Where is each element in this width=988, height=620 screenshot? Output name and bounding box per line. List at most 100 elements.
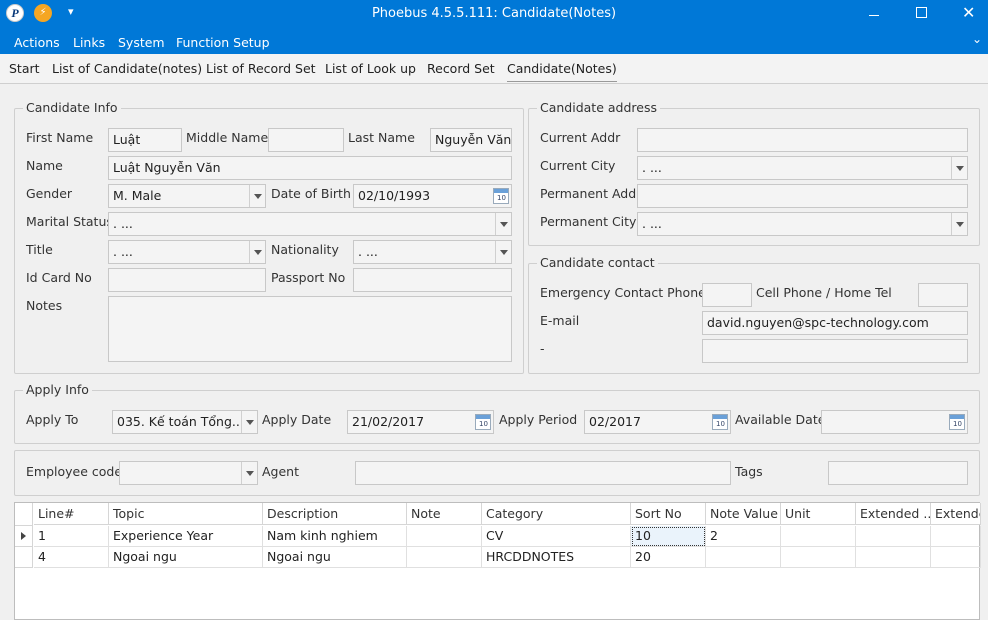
emergency-phone-input[interactable]: [702, 283, 752, 307]
email-label: E-mail: [540, 313, 580, 328]
apply-date-picker[interactable]: 21/02/2017: [347, 410, 494, 434]
calendar-icon[interactable]: [949, 414, 965, 430]
table-cell[interactable]: [931, 547, 981, 568]
column-header-unit[interactable]: Unit: [781, 503, 856, 525]
menu-links[interactable]: Links: [73, 35, 105, 50]
tab-candidate-notes[interactable]: Candidate(Notes): [507, 61, 617, 82]
permanent-addr-input[interactable]: [637, 184, 968, 208]
table-cell[interactable]: 20: [631, 547, 706, 568]
table-cell[interactable]: [856, 526, 931, 547]
dob-date-picker[interactable]: 02/10/1993: [353, 184, 512, 208]
calendar-icon[interactable]: [475, 414, 491, 430]
title-label: Title: [26, 242, 53, 257]
first-name-input[interactable]: Luật: [108, 128, 182, 152]
column-header-extended-2[interactable]: Extende: [931, 503, 981, 525]
notes-textarea[interactable]: [108, 296, 512, 362]
apply-to-select[interactable]: 035. Kế toán Tổng...: [112, 410, 258, 434]
column-header-category[interactable]: Category: [482, 503, 631, 525]
chevron-down-icon[interactable]: [495, 241, 511, 263]
chevron-down-icon[interactable]: [241, 411, 257, 433]
row-selector-current[interactable]: [15, 526, 33, 547]
table-cell-focused[interactable]: 10: [631, 526, 706, 547]
nationality-value: . ...: [358, 244, 378, 259]
apply-to-label: Apply To: [26, 412, 79, 427]
dash-label: -: [540, 341, 545, 356]
table-cell[interactable]: HRCDDNOTES: [482, 547, 631, 568]
table-cell[interactable]: CV: [482, 526, 631, 547]
column-header-sort-no[interactable]: Sort No: [631, 503, 706, 525]
table-cell[interactable]: 2: [706, 526, 781, 547]
apply-period-label: Apply Period: [499, 412, 578, 427]
dash-input[interactable]: [702, 339, 968, 363]
table-cell[interactable]: [407, 547, 482, 568]
nationality-select[interactable]: . ...: [353, 240, 512, 264]
agent-input[interactable]: [355, 461, 731, 485]
middle-name-input[interactable]: [268, 128, 344, 152]
apply-period-picker[interactable]: 02/2017: [584, 410, 731, 434]
current-row-arrow-icon: [21, 532, 26, 540]
column-header-description[interactable]: Description: [263, 503, 407, 525]
chevron-down-icon[interactable]: [249, 241, 265, 263]
chevron-down-icon[interactable]: [241, 462, 257, 484]
table-cell[interactable]: [407, 526, 482, 547]
table-cell[interactable]: Ngoai ngu: [263, 547, 407, 568]
calendar-icon[interactable]: [493, 188, 509, 204]
tab-list-of-look-up[interactable]: List of Look up: [325, 61, 416, 76]
table-cell[interactable]: [931, 526, 981, 547]
column-header-note[interactable]: Note: [407, 503, 482, 525]
marital-status-select[interactable]: . ...: [108, 212, 512, 236]
menu-actions[interactable]: Actions: [14, 35, 60, 50]
tab-record-set[interactable]: Record Set: [427, 61, 495, 76]
table-cell[interactable]: 1: [34, 526, 109, 547]
passport-input[interactable]: [353, 268, 512, 292]
tab-start[interactable]: Start: [9, 61, 40, 76]
close-button[interactable]: ✕: [944, 0, 988, 30]
column-header-line[interactable]: Line#: [34, 503, 109, 525]
chevron-down-icon[interactable]: [249, 185, 265, 207]
tab-list-of-record-set[interactable]: List of Record Set: [206, 61, 316, 76]
agent-label: Agent: [262, 464, 299, 479]
table-cell[interactable]: Nam kinh nghiem: [263, 526, 407, 547]
email-input[interactable]: david.nguyen@spc-technology.com: [702, 311, 968, 335]
employee-code-select[interactable]: [119, 461, 258, 485]
tags-input[interactable]: [828, 461, 968, 485]
table-cell[interactable]: [781, 526, 856, 547]
permanent-city-select[interactable]: . ...: [637, 212, 968, 236]
cell-phone-input[interactable]: [918, 283, 968, 307]
marital-status-label: Marital Status: [26, 214, 113, 229]
chevron-down-icon[interactable]: [495, 213, 511, 235]
tab-list-of-candidate-notes[interactable]: List of Candidate(notes): [52, 61, 202, 76]
calendar-icon[interactable]: [712, 414, 728, 430]
table-cell[interactable]: Experience Year: [109, 526, 263, 547]
current-addr-input[interactable]: [637, 128, 968, 152]
apply-date-label: Apply Date: [262, 412, 332, 427]
gender-label: Gender: [26, 186, 73, 201]
notes-grid: Line# Topic Description Note Category So…: [14, 502, 981, 620]
ribbon-collapse-icon[interactable]: ⌄: [972, 32, 982, 46]
table-cell[interactable]: [706, 547, 781, 568]
menu-system[interactable]: System: [118, 35, 165, 50]
title-select[interactable]: . ...: [108, 240, 266, 264]
last-name-label: Last Name: [348, 130, 415, 145]
table-cell[interactable]: [781, 547, 856, 568]
last-name-input[interactable]: Nguyễn Văn: [430, 128, 512, 152]
column-header-extended-1[interactable]: Extended ...: [856, 503, 931, 525]
chevron-down-icon[interactable]: [951, 213, 967, 235]
id-card-input[interactable]: [108, 268, 266, 292]
name-input[interactable]: Luật Nguyễn Văn: [108, 156, 512, 180]
menu-function-setup[interactable]: Function Setup: [176, 35, 270, 50]
available-date-picker[interactable]: [821, 410, 968, 434]
column-header-note-value[interactable]: Note Value: [706, 503, 781, 525]
table-cell[interactable]: [856, 547, 931, 568]
minimize-button[interactable]: [850, 0, 896, 30]
maximize-button[interactable]: [898, 0, 944, 30]
table-cell[interactable]: Ngoai ngu: [109, 547, 263, 568]
gender-select[interactable]: M. Male: [108, 184, 266, 208]
table-cell[interactable]: 4: [34, 547, 109, 568]
column-header-topic[interactable]: Topic: [109, 503, 263, 525]
gender-value: M. Male: [113, 188, 162, 203]
current-city-select[interactable]: . ...: [637, 156, 968, 180]
marital-status-value: . ...: [113, 216, 133, 231]
row-selector[interactable]: [15, 547, 33, 568]
chevron-down-icon[interactable]: [951, 157, 967, 179]
